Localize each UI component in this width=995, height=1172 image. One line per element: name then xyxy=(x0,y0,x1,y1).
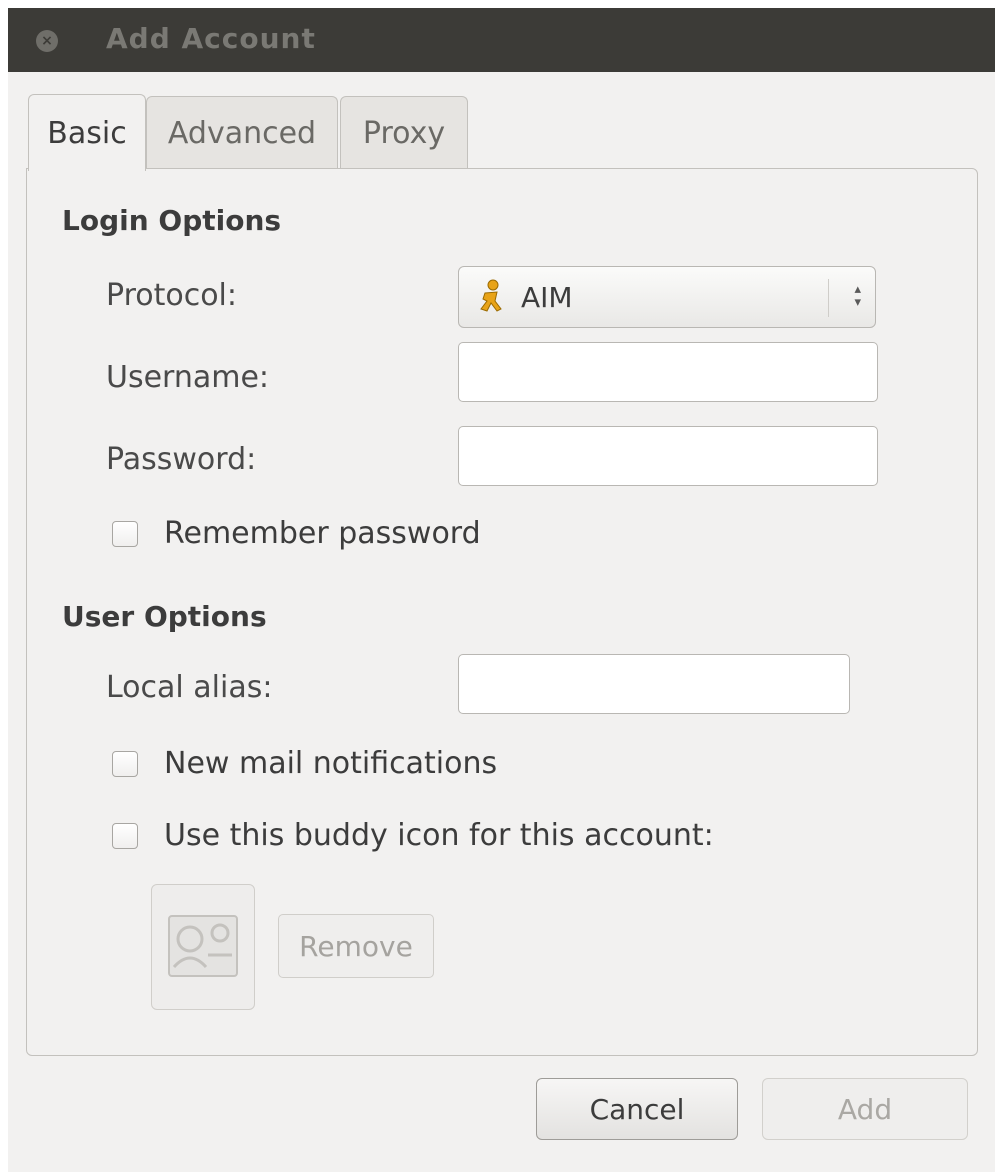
password-label: Password: xyxy=(106,442,257,477)
tab-basic[interactable]: Basic xyxy=(28,94,146,171)
remember-password-label: Remember password xyxy=(164,516,481,551)
close-icon: × xyxy=(41,33,53,49)
remember-password-checkbox[interactable] xyxy=(112,520,138,547)
combo-separator xyxy=(828,279,829,317)
protocol-select[interactable]: AIM ▴ ▾ xyxy=(458,266,876,328)
password-input[interactable] xyxy=(458,426,878,486)
remember-password-row[interactable]: Remember password xyxy=(112,516,481,551)
buddy-icon-label: Use this buddy icon for this account: xyxy=(164,818,714,853)
window-title: Add Account xyxy=(106,22,316,55)
aim-running-man-icon xyxy=(480,279,502,312)
remove-button[interactable]: Remove xyxy=(278,914,434,978)
buddy-icon-button[interactable] xyxy=(151,884,255,1010)
new-mail-label: New mail notifications xyxy=(164,746,498,781)
cancel-button[interactable]: Cancel xyxy=(536,1078,738,1140)
buddy-placeholder-icon xyxy=(168,915,238,977)
username-label: Username: xyxy=(106,360,270,395)
user-options-heading: User Options xyxy=(62,600,267,633)
title-bar: × Add Account xyxy=(8,8,995,72)
close-button[interactable]: × xyxy=(36,30,58,52)
protocol-label: Protocol: xyxy=(106,278,238,313)
add-button[interactable]: Add xyxy=(762,1078,968,1140)
add-account-dialog: × Add Account Basic Advanced Proxy Login… xyxy=(8,8,995,1172)
new-mail-row[interactable]: New mail notifications xyxy=(112,746,497,781)
protocol-value: AIM xyxy=(521,281,573,314)
local-alias-input[interactable] xyxy=(458,654,850,714)
buddy-icon-checkbox[interactable] xyxy=(112,822,138,849)
new-mail-checkbox[interactable] xyxy=(112,750,138,777)
login-options-heading: Login Options xyxy=(62,204,282,237)
username-input[interactable] xyxy=(458,342,878,402)
tab-proxy[interactable]: Proxy xyxy=(340,96,468,169)
tab-advanced[interactable]: Advanced xyxy=(146,96,338,169)
buddy-icon-row[interactable]: Use this buddy icon for this account: xyxy=(112,818,714,853)
local-alias-label: Local alias: xyxy=(106,670,273,705)
spin-arrows-icon: ▴ ▾ xyxy=(854,282,861,310)
